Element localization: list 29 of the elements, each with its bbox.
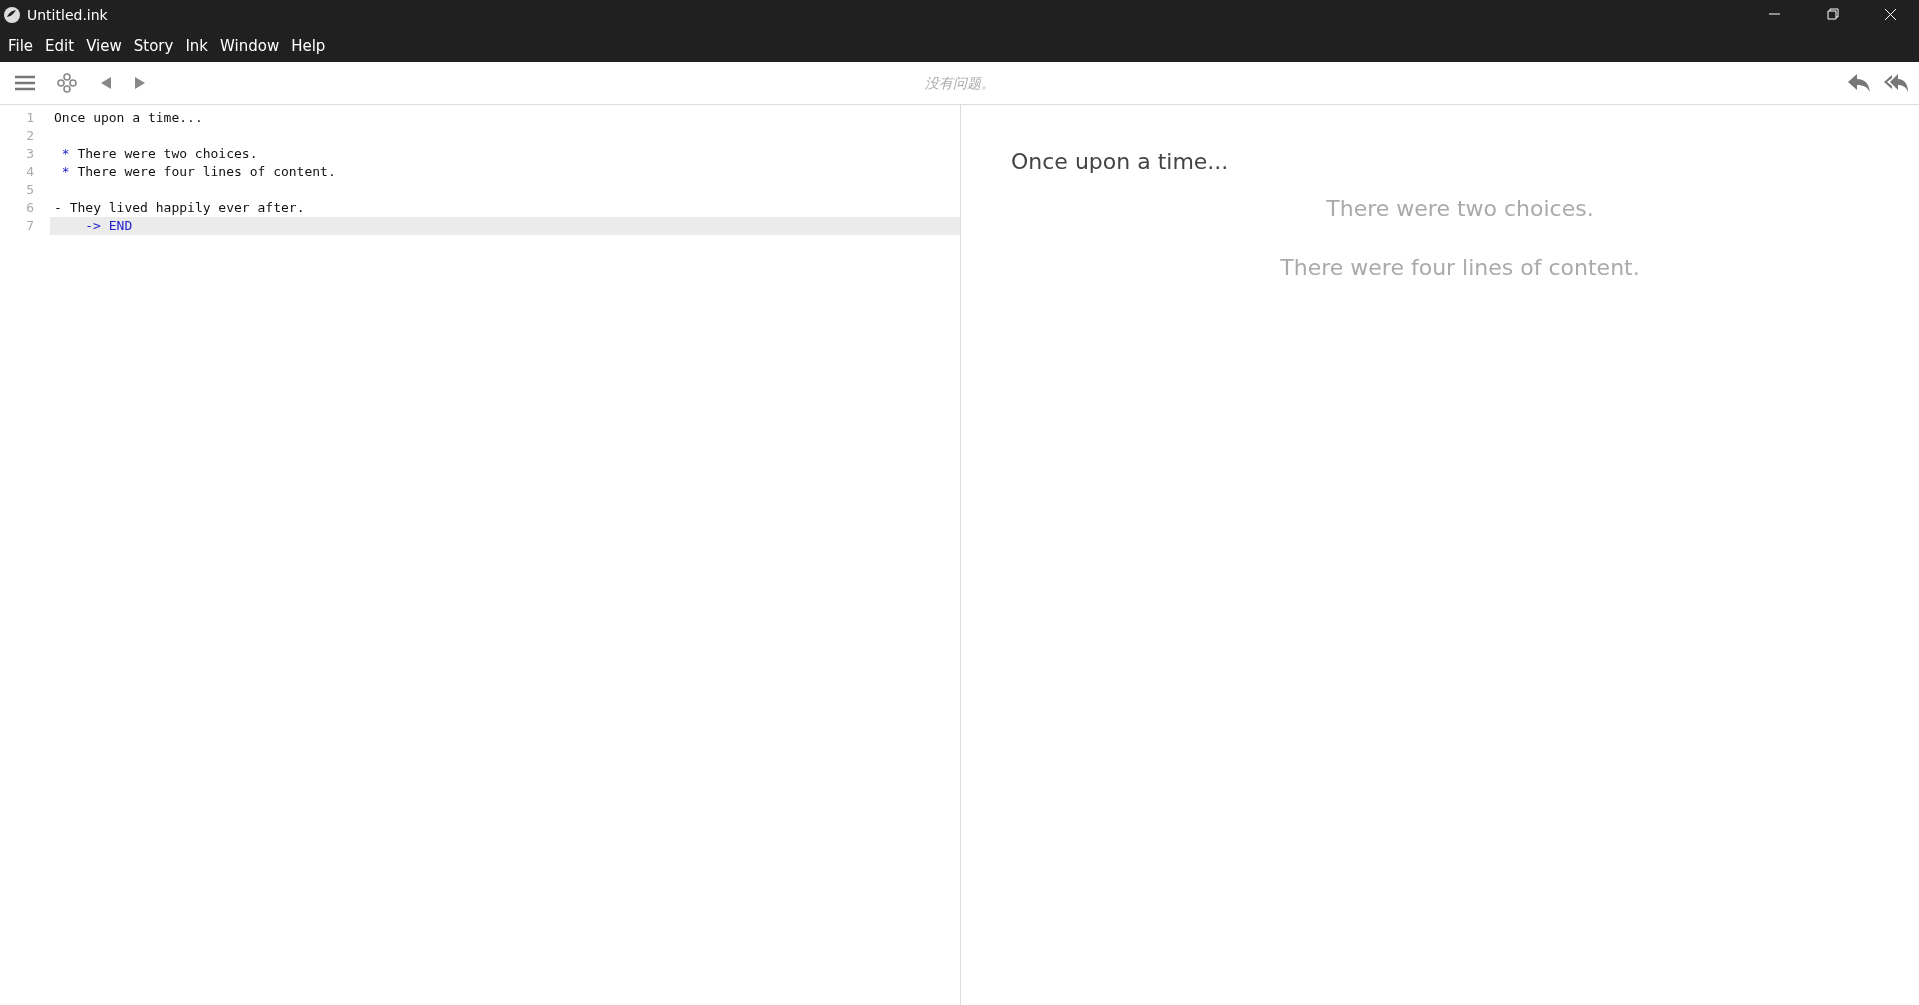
line-number: 6 bbox=[25, 199, 35, 217]
menu-item[interactable]: Story bbox=[127, 37, 180, 55]
code-line: - They lived happily ever after. bbox=[54, 200, 305, 215]
code-line: * There were two choices. bbox=[61, 146, 258, 161]
line-number: 7 bbox=[25, 217, 35, 235]
line-number: 4 bbox=[25, 163, 35, 181]
forward-icon[interactable] bbox=[134, 76, 146, 90]
menu-item[interactable]: Help bbox=[285, 37, 332, 55]
knot-icon[interactable] bbox=[56, 72, 78, 94]
menu-item[interactable]: File bbox=[2, 37, 40, 55]
code-line: Once upon a time... bbox=[54, 110, 203, 125]
back-icon[interactable] bbox=[100, 76, 112, 90]
menu-item[interactable]: Ink bbox=[179, 37, 215, 55]
line-number: 2 bbox=[25, 127, 35, 145]
menu-item[interactable]: Window bbox=[214, 37, 286, 55]
app-logo-icon bbox=[3, 6, 21, 24]
status-text: 没有问题。 bbox=[924, 75, 995, 91]
line-number: 3 bbox=[25, 145, 35, 163]
line-number: 1 bbox=[25, 109, 35, 127]
menu-icon[interactable] bbox=[14, 75, 36, 91]
code-line: -> END bbox=[85, 218, 133, 233]
window-title: Untitled.ink bbox=[27, 7, 108, 23]
menu-item[interactable]: Edit bbox=[39, 37, 81, 55]
code-line: * There were four lines of content. bbox=[61, 164, 336, 179]
reply-all-icon[interactable] bbox=[1883, 73, 1909, 93]
menu-item[interactable]: View bbox=[80, 37, 128, 55]
line-number: 5 bbox=[25, 181, 35, 199]
reply-icon[interactable] bbox=[1847, 73, 1871, 93]
story-text: Once upon a time... bbox=[1011, 149, 1229, 174]
